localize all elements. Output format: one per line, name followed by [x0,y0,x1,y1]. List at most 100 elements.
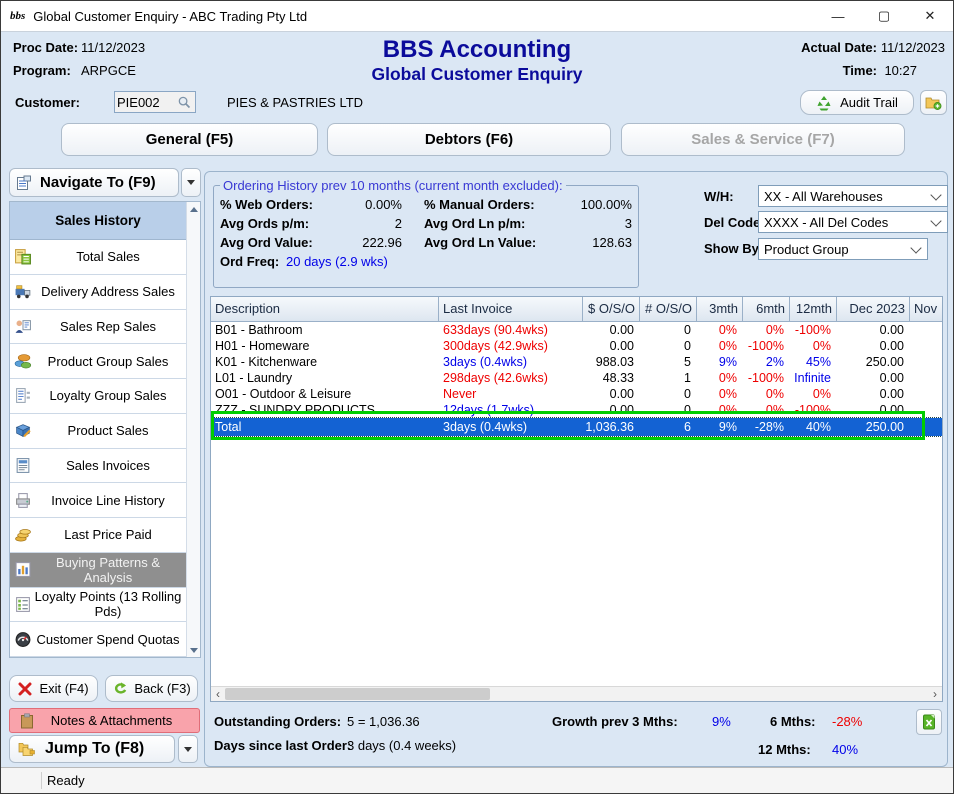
table-horizontal-scrollbar[interactable]: ‹ › [211,686,942,701]
loyalty-points-icon [14,596,32,613]
total-sales-icon [14,248,32,265]
sidebar-item-invoice-line-history[interactable]: Invoice Line History [10,483,186,518]
show-by-select[interactable]: Product Group [758,238,928,260]
sales-invoices-icon [14,457,32,474]
sidebar-scrollbar[interactable] [186,202,200,657]
sidebar-item-loyalty-group-sales[interactable]: Loyalty Group Sales [10,379,186,414]
sidebar-item-delivery-address-sales[interactable]: Delivery Address Sales [10,275,186,310]
app-logo-icon: bbs [10,10,25,22]
avg-ord-value-value: 222.96 [332,235,402,250]
growth-6mths-label: 6 Mths: [770,714,816,729]
col-6mth[interactable]: 6mth [743,297,790,321]
manual-orders-label: % Manual Orders: [424,197,562,212]
back-arrow-icon [112,681,128,696]
col-dec-2023[interactable]: Dec 2023 [837,297,910,321]
table-header[interactable]: Description Last Invoice $ O/S/O # O/S/O… [211,297,942,322]
col-nov-2023[interactable]: Nov 2023 [910,297,940,321]
growth-3mths-value: 9% [712,714,731,729]
title-bar: bbs Global Customer Enquiry - ABC Tradin… [1,1,953,32]
sidebar-item-customer-spend-quotas[interactable]: Customer Spend Quotas [10,622,186,657]
main-panel: Ordering History prev 10 months (current… [204,171,948,767]
maximize-button[interactable]: ▢ [861,1,907,31]
navigate-dropdown-arrow[interactable] [181,168,201,197]
close-button[interactable]: ✕ [907,1,953,31]
table-row-total-selected[interactable]: Total 3days (0.4wks) 1,036.36 6 9% -28% … [211,418,942,436]
tab-general[interactable]: General (F5) [61,123,318,156]
col-last-invoice[interactable]: Last Invoice [439,297,583,321]
scroll-up-icon[interactable] [187,202,200,216]
customer-name: PIES & PASTRIES LTD [227,95,363,110]
tab-sales-service: Sales & Service (F7) [621,123,905,156]
navigate-to-button[interactable]: Navigate To (F9) [9,168,179,197]
sales-rep-icon [14,318,32,335]
actual-date-value: 11/12/2023 [881,40,945,55]
scrollbar-thumb[interactable] [225,688,490,700]
table-row[interactable]: O01 - Outdoor & Leisure Never 0.00 0 0% … [211,386,942,402]
scroll-left-icon[interactable]: ‹ [211,687,225,701]
days-since-label: Days since last Order: [214,738,351,753]
sidebar-item-product-sales[interactable]: Product Sales [10,414,186,449]
avg-ord-ln-label: Avg Ord Ln p/m: [424,216,562,231]
chevron-down-icon [930,189,941,200]
product-sales-icon [14,422,32,439]
col-12mth[interactable]: 12mth [790,297,837,321]
warehouse-select[interactable]: XX - All Warehouses [758,185,948,207]
window-title: Global Customer Enquiry - ABC Trading Pt… [33,9,307,24]
exit-button[interactable]: Exit (F4) [9,675,98,702]
notes-attachments-button[interactable]: Notes & Attachments [9,708,200,733]
customer-code-box[interactable] [114,91,196,113]
jump-dropdown-arrow[interactable] [178,735,198,763]
sidebar-item-sales-invoices[interactable]: Sales Invoices [10,449,186,484]
customer-spend-quotas-icon [14,631,32,648]
outstanding-orders-label: Outstanding Orders: [214,714,341,729]
ordering-history-panel: Ordering History prev 10 months (current… [213,178,639,288]
scroll-down-icon[interactable] [187,643,200,657]
product-group-icon [14,353,32,370]
table-row[interactable]: H01 - Homeware 300days (42.9wks) 0.00 0 … [211,338,942,354]
avg-ords-value: 2 [332,216,402,231]
avg-ord-value-label: Avg Ord Value: [220,235,332,250]
growth-3mths-label: Growth prev 3 Mths: [552,714,678,729]
web-orders-label: % Web Orders: [220,197,332,212]
folder-add-icon [925,95,942,111]
status-text: Ready [47,773,85,788]
del-code-select[interactable]: XXXX - All Del Codes [758,211,948,233]
sidebar-item-sales-rep-sales[interactable]: Sales Rep Sales [10,310,186,345]
customer-code-input[interactable] [115,92,177,112]
sidebar-item-buying-patterns-analysis[interactable]: Buying Patterns & Analysis [10,553,186,588]
search-icon[interactable] [177,95,192,110]
col-description[interactable]: Description [211,297,439,321]
export-excel-button[interactable] [916,709,942,735]
back-button[interactable]: Back (F3) [105,675,198,702]
summary-panel: Outstanding Orders: 5 = 1,036.36 Days si… [210,706,943,764]
table-row[interactable]: B01 - Bathroom 633days (90.4wks) 0.00 0 … [211,322,942,338]
actual-date-label: Actual Date: [801,40,877,55]
col-3mth[interactable]: 3mth [697,297,743,321]
table-row[interactable]: ZZZ - SUNDRY PRODUCTS 12days (1.7wks) 0.… [211,402,942,418]
tab-debtors[interactable]: Debtors (F6) [327,123,611,156]
sidebar-nav-list: Sales History Total Sales Delivery Addre… [9,201,201,658]
table-row[interactable]: L01 - Laundry 298days (42.6wks) 48.33 1 … [211,370,942,386]
audit-trail-label: Audit Trail [840,95,898,110]
jump-to-button[interactable]: Jump To (F8) [9,735,175,763]
sidebar-item-last-price-paid[interactable]: Last Price Paid [10,518,186,553]
avg-ords-label: Avg Ords p/m: [220,216,332,231]
table-row[interactable]: K01 - Kitchenware 3days (0.4wks) 988.03 … [211,354,942,370]
audit-trail-button[interactable]: Audit Trail [800,90,914,115]
col-os-count[interactable]: # O/S/O [640,297,697,321]
chevron-down-icon [910,242,921,253]
col-os-amount[interactable]: $ O/S/O [583,297,640,321]
sidebar-item-total-sales[interactable]: Total Sales [10,240,186,275]
avg-ord-ln-value-value: 128.63 [562,235,632,250]
sidebar-item-product-group-sales[interactable]: Product Group Sales [10,344,186,379]
scroll-right-icon[interactable]: › [928,687,942,701]
minimize-button[interactable]: — [815,1,861,31]
time-value: 10:27 [884,63,917,78]
ord-freq-label: Ord Freq: [220,254,286,269]
invoice-line-history-icon [14,492,32,509]
navigate-icon [16,175,32,191]
attachments-folder-button[interactable] [920,90,947,115]
sidebar-item-loyalty-points[interactable]: Loyalty Points (13 Rolling Pds) [10,588,186,623]
growth-12mths-value: 40% [832,742,858,757]
chevron-down-icon [184,747,192,752]
